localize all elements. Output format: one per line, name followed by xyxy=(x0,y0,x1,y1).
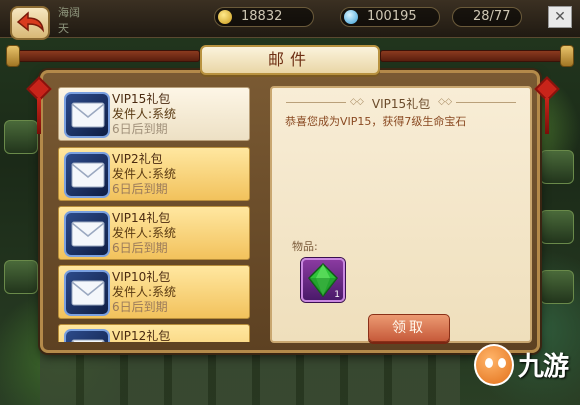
scroll-rod-left xyxy=(10,50,200,62)
scroll-cap-left xyxy=(6,45,20,67)
envelope-icon xyxy=(64,270,110,316)
mail-item[interactable]: VIP14礼包 发件人:系统 6日后到期 xyxy=(58,206,250,260)
close-icon: ✕ xyxy=(554,9,566,25)
scroll-cap-right xyxy=(560,45,574,67)
mail-item[interactable]: VIP10礼包 发件人:系统 6日后到期 xyxy=(58,265,250,319)
detail-title: VIP15礼包 xyxy=(371,97,431,111)
mail-sender: 发件人:系统 xyxy=(112,167,177,181)
detail-message: 恭喜您成为VIP15，获得7级生命宝石 xyxy=(285,115,467,128)
mail-item[interactable]: VIP12礼包 xyxy=(58,324,250,342)
gold-coin-icon xyxy=(218,10,232,24)
mail-sender: 发件人:系统 xyxy=(112,285,177,299)
mascot-icon xyxy=(474,344,514,386)
envelope-icon xyxy=(64,329,110,342)
hero-portrait-strip xyxy=(40,352,460,405)
gold-value: 18832 xyxy=(241,9,283,24)
claim-button[interactable]: 领取 xyxy=(368,314,450,342)
dialog-title-plate: 邮件 xyxy=(200,45,380,75)
dialog-title: 邮件 xyxy=(267,50,312,69)
mail-title: VIP12礼包 xyxy=(112,329,171,342)
items-label: 物品: xyxy=(292,240,318,253)
reward-item-slot[interactable]: 1 xyxy=(301,258,345,302)
mail-expiry: 6日后到期 xyxy=(112,300,168,314)
mail-expiry: 6日后到期 xyxy=(112,122,168,136)
mail-title: VIP14礼包 xyxy=(112,211,171,225)
mail-detail-pane: ◇◇ ◇◇ VIP15礼包 恭喜您成为VIP15，获得7级生命宝石 物品: 1 … xyxy=(270,86,532,343)
mail-expiry: 6日后到期 xyxy=(112,241,168,255)
mail-item[interactable]: VIP15礼包 发件人:系统 6日后到期 xyxy=(58,87,250,141)
mail-title: VIP2礼包 xyxy=(112,152,163,166)
mail-title: VIP10礼包 xyxy=(112,270,171,284)
side-menu-slot[interactable] xyxy=(4,260,38,294)
side-menu-slot[interactable] xyxy=(540,270,574,304)
back-button[interactable] xyxy=(10,6,50,40)
envelope-icon xyxy=(64,211,110,257)
stamina-counter: 28/77 xyxy=(452,7,522,27)
mail-sender: 发件人:系统 xyxy=(112,107,177,121)
gold-counter: 18832 xyxy=(214,7,314,27)
mail-list[interactable]: VIP15礼包 发件人:系统 6日后到期 VIP2礼包 发件人:系统 6日后到期… xyxy=(55,85,255,342)
bg-text: 海阔 xyxy=(58,6,80,19)
gem-counter: 100195 xyxy=(340,7,440,27)
watermark-text: 九游 xyxy=(518,352,569,382)
gem-icon xyxy=(344,10,358,24)
bg-text: 天 xyxy=(58,22,69,35)
item-count: 1 xyxy=(334,290,340,300)
envelope-icon xyxy=(64,92,110,138)
mail-item[interactable]: VIP2礼包 发件人:系统 6日后到期 xyxy=(58,147,250,201)
chinese-knot-right-icon xyxy=(534,76,560,140)
mail-sender: 发件人:系统 xyxy=(112,226,177,240)
mail-title: VIP15礼包 xyxy=(112,92,171,106)
scroll-rod-right xyxy=(380,50,570,62)
stamina-value: 28/77 xyxy=(473,9,511,24)
watermark-logo: 九游 xyxy=(474,340,574,390)
back-arrow-icon xyxy=(16,11,45,33)
window-close-button[interactable]: ✕ xyxy=(548,6,572,28)
side-menu-slot[interactable] xyxy=(540,210,574,244)
chinese-knot-left-icon xyxy=(26,76,52,140)
gem-value: 100195 xyxy=(367,9,417,24)
top-bar: 海阔 天 18832 100195 28/77 ✕ xyxy=(0,0,580,40)
envelope-icon xyxy=(64,152,110,198)
side-menu-slot[interactable] xyxy=(540,150,574,184)
mail-expiry: 6日后到期 xyxy=(112,182,168,196)
